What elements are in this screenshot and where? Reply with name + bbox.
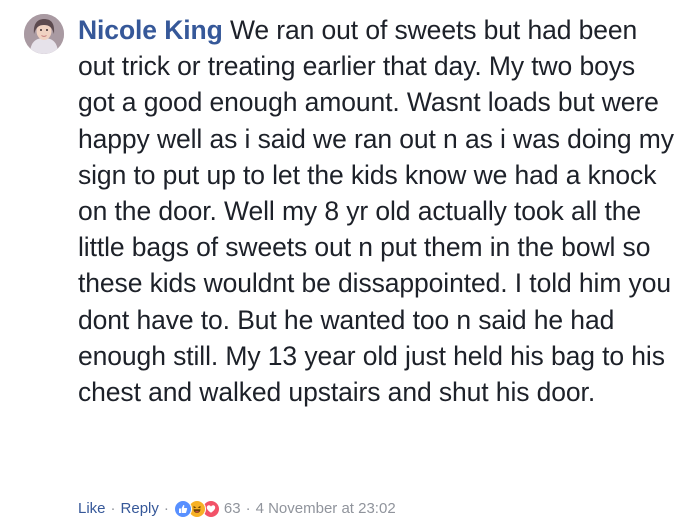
separator: ·	[245, 500, 251, 517]
like-reaction-icon	[173, 500, 192, 518]
reply-button[interactable]: Reply	[121, 499, 159, 519]
reactions-summary[interactable]	[173, 500, 220, 518]
like-button[interactable]: Like	[78, 499, 106, 519]
avatar[interactable]	[24, 14, 64, 54]
reaction-count[interactable]: 63	[224, 499, 241, 519]
comment-text: We ran out of sweets but had been out tr…	[78, 15, 674, 408]
separator: ·	[110, 500, 116, 517]
author-name[interactable]: Nicole King	[78, 15, 223, 45]
timestamp[interactable]: 4 November at 23:02	[256, 499, 396, 519]
comment: Nicole King We ran out of sweets but had…	[0, 0, 700, 528]
separator: ·	[163, 500, 169, 517]
comment-actions: Like · Reply · 63 · 4 November at 23:02	[78, 499, 396, 519]
comment-body: Nicole King We ran out of sweets but had…	[78, 12, 678, 410]
